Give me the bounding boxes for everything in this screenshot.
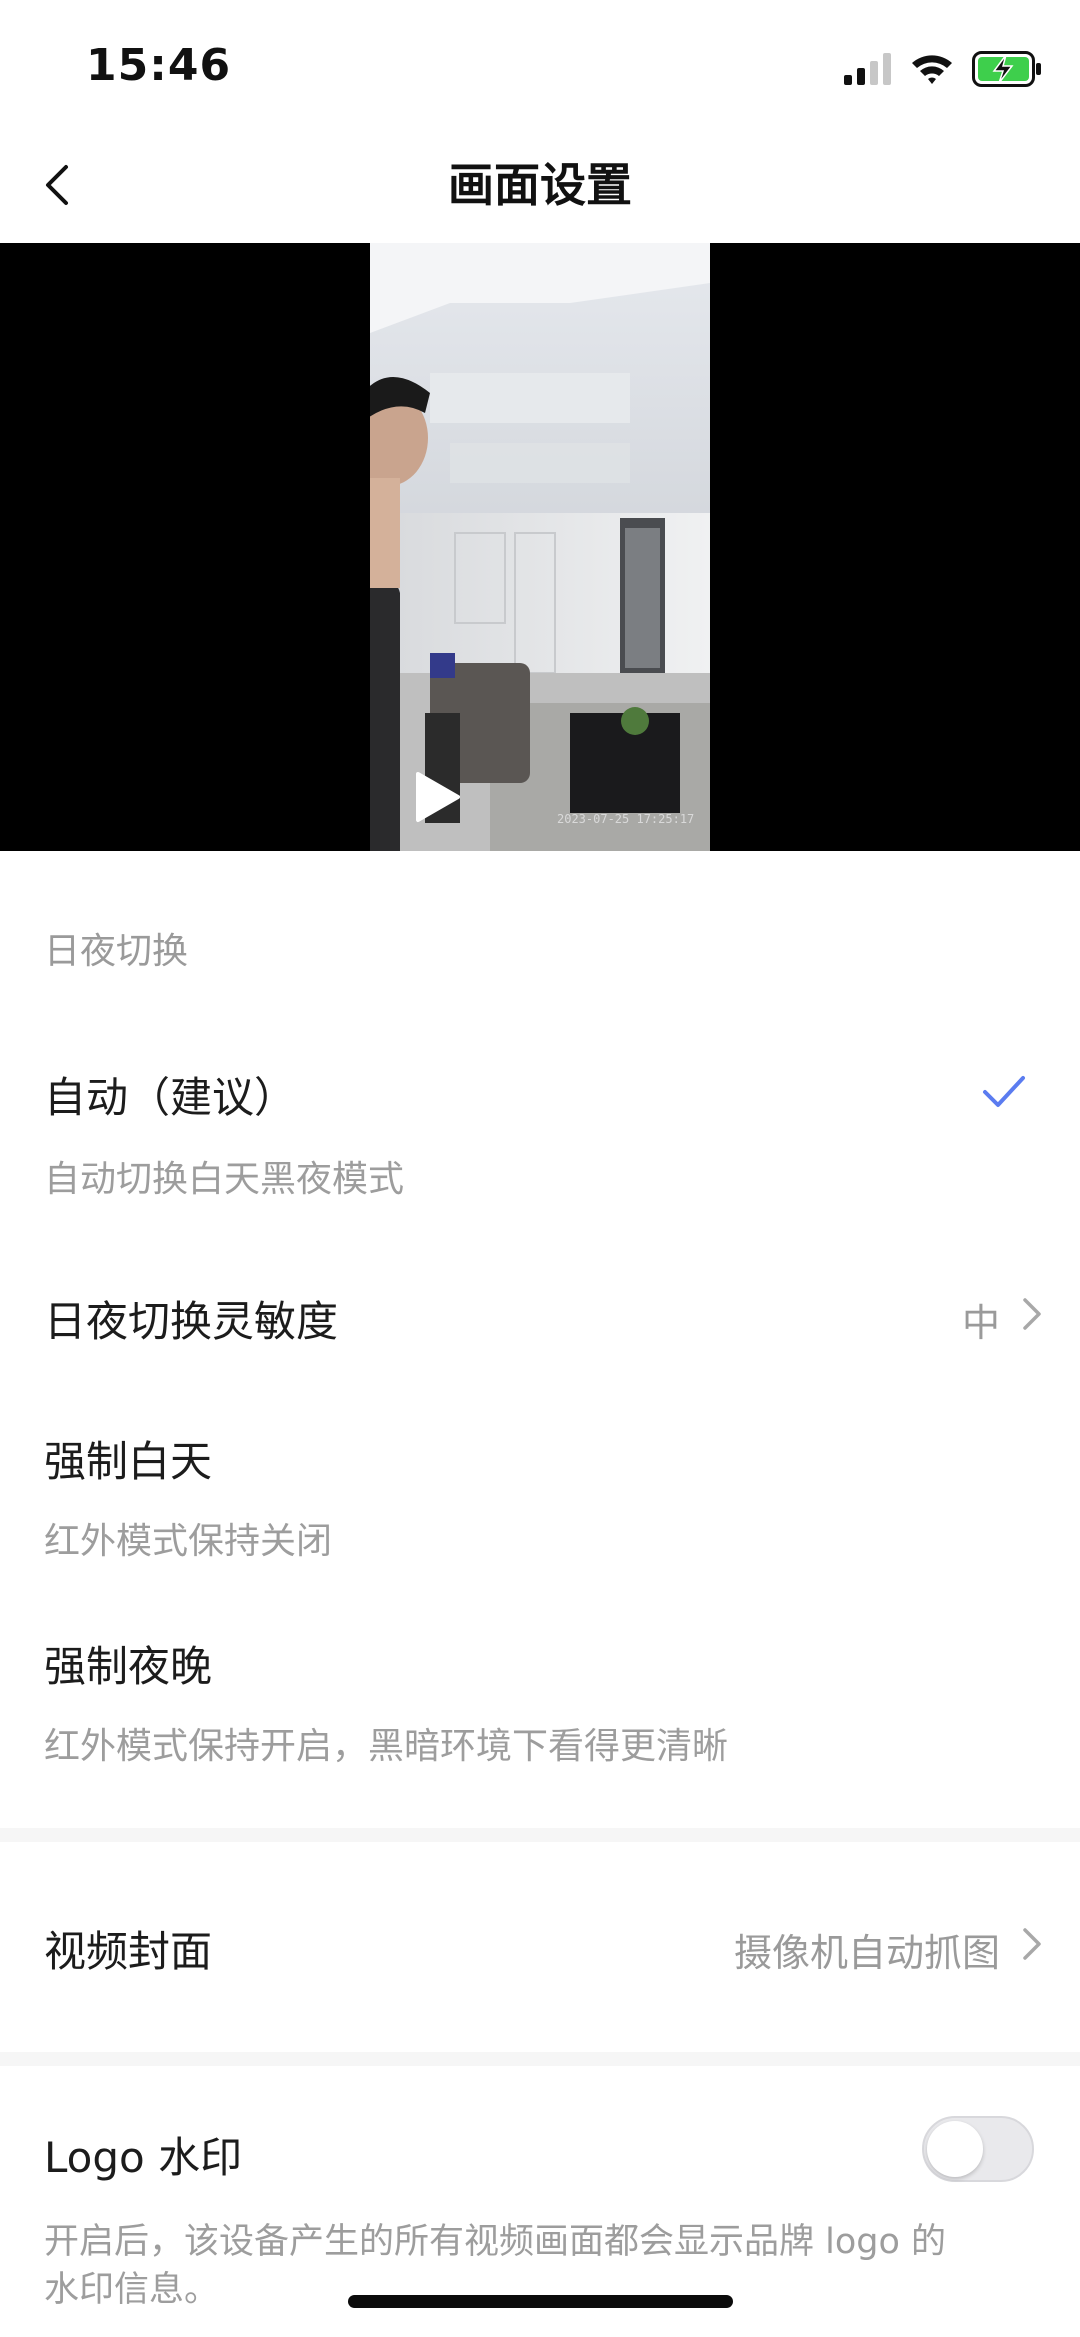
- section-divider: [0, 2052, 1080, 2066]
- option-force-night[interactable]: 强制夜晚 红外模式保持开启，黑暗环境下看得更清晰: [0, 1625, 1080, 1767]
- video-preview[interactable]: 2023-07-25 17:25:17: [0, 243, 1080, 851]
- option-auto-title: 自动（建议）: [44, 1073, 297, 1122]
- force-night-subtitle: 红外模式保持开启，黑暗环境下看得更清晰: [44, 1726, 729, 1767]
- chevron-right-icon: [1023, 1928, 1041, 1960]
- cellular-signal-icon: [844, 53, 891, 85]
- force-night-title: 强制夜晚: [44, 1642, 213, 1691]
- video-cover-value: 摄像机自动抓图: [733, 1931, 1000, 1975]
- check-icon: [983, 1076, 1025, 1107]
- logo-watermark-title: Logo 水印: [44, 2133, 243, 2182]
- play-icon[interactable]: [412, 770, 462, 824]
- logo-watermark-desc-line1: 开启后，该设备产生的所有视频画面都会显示品牌 logo 的: [44, 2222, 947, 2262]
- logo-watermark-toggle[interactable]: [922, 2116, 1034, 2182]
- toggle-knob: [927, 2121, 983, 2177]
- chevron-right-icon: [1023, 1298, 1041, 1330]
- video-cover-row[interactable]: 视频封面 摄像机自动抓图: [0, 1910, 1080, 1980]
- sensitivity-value: 中: [961, 1301, 1000, 1345]
- option-auto-subtitle: 自动切换白天黑夜模式: [44, 1159, 405, 1200]
- force-day-subtitle: 红外模式保持关闭: [44, 1521, 333, 1562]
- section-divider: [0, 1828, 1080, 1842]
- sensitivity-title: 日夜切换灵敏度: [44, 1297, 339, 1346]
- force-day-title: 强制白天: [44, 1437, 213, 1486]
- battery-charging-icon: [972, 51, 1041, 87]
- status-icons: [844, 44, 1042, 94]
- logo-watermark-desc-line2: 水印信息。: [44, 2270, 220, 2310]
- status-time: 15:46: [86, 40, 232, 91]
- chevron-left-icon: [46, 165, 68, 205]
- wifi-icon: [912, 55, 952, 84]
- page-title: 画面设置: [448, 158, 632, 212]
- camera-scene-image: 2023-07-25 17:25:17: [370, 243, 710, 851]
- home-indicator: [348, 2295, 733, 2308]
- day-night-section-label: 日夜切换: [44, 931, 189, 972]
- camera-frame: 2023-07-25 17:25:17: [370, 243, 710, 851]
- back-button[interactable]: [22, 150, 92, 220]
- video-cover-title: 视频封面: [44, 1927, 213, 1976]
- option-force-day[interactable]: 强制白天 红外模式保持关闭: [0, 1420, 1080, 1562]
- option-auto[interactable]: 自动（建议） 自动切换白天黑夜模式: [0, 1050, 1080, 1210]
- sensitivity-row[interactable]: 日夜切换灵敏度 中: [0, 1280, 1080, 1350]
- video-timestamp: 2023-07-25 17:25:17: [557, 812, 694, 826]
